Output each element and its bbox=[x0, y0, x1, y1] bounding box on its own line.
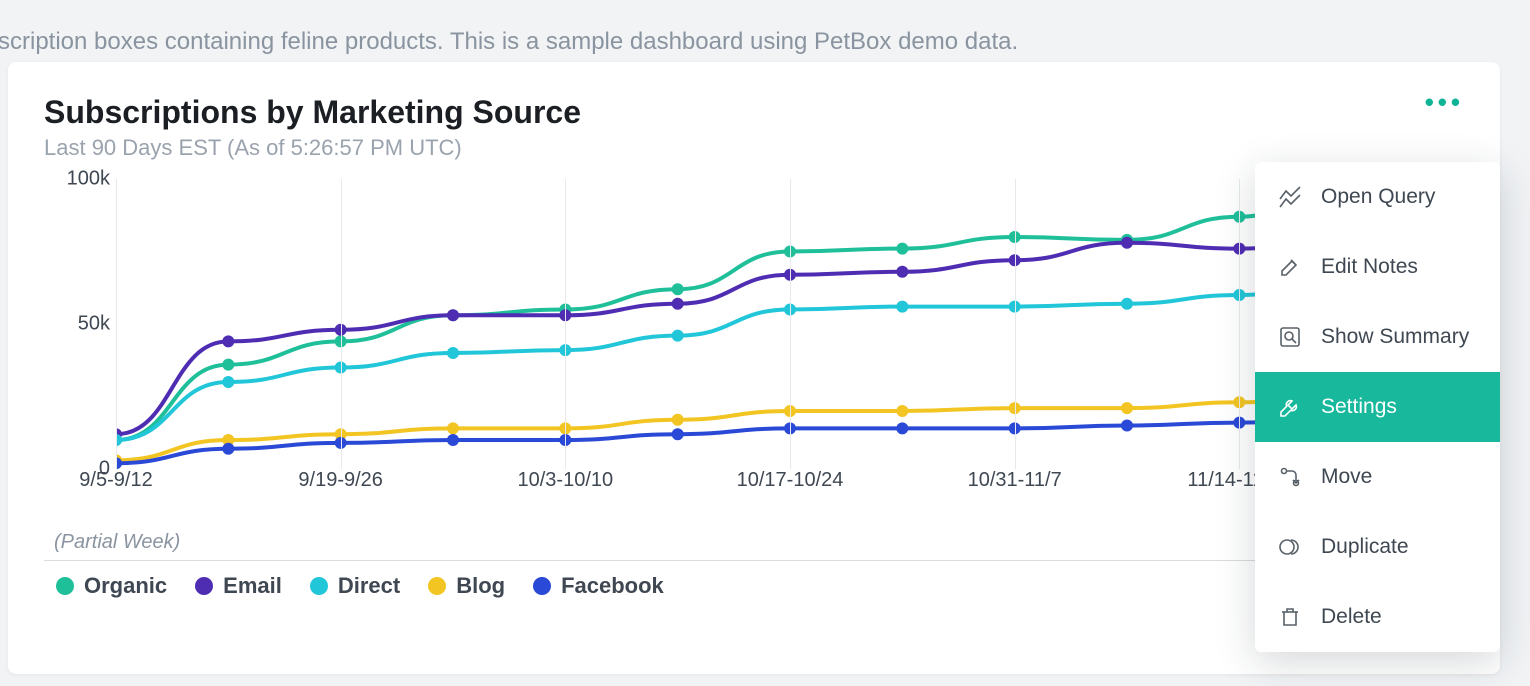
legend-item-blog[interactable]: Blog bbox=[428, 573, 505, 599]
y-tick-label: 50k bbox=[78, 313, 110, 336]
x-gridline bbox=[565, 179, 566, 469]
menu-item-label: Settings bbox=[1321, 395, 1397, 419]
legend-swatch bbox=[533, 577, 551, 595]
series-point bbox=[447, 422, 459, 434]
x-gridline bbox=[116, 179, 117, 469]
series-point bbox=[672, 283, 684, 295]
menu-item-move[interactable]: Move bbox=[1255, 442, 1500, 512]
series-point bbox=[896, 405, 908, 417]
series-point bbox=[222, 359, 234, 371]
series-point bbox=[672, 428, 684, 440]
legend-item-direct[interactable]: Direct bbox=[310, 573, 400, 599]
menu-item-label: Duplicate bbox=[1321, 535, 1409, 559]
menu-item-label: Move bbox=[1321, 465, 1372, 489]
search-icon bbox=[1277, 324, 1303, 350]
y-tick-label: 100k bbox=[67, 168, 110, 191]
menu-item-label: Delete bbox=[1321, 605, 1382, 629]
line-chart-icon bbox=[1277, 184, 1303, 210]
legend-swatch bbox=[56, 577, 74, 595]
more-dots-icon: ••• bbox=[1425, 87, 1464, 117]
card-context-menu: Open Query Edit Notes Show Summary Setti… bbox=[1255, 162, 1500, 652]
menu-item-label: Open Query bbox=[1321, 185, 1435, 209]
duplicate-icon bbox=[1277, 534, 1303, 560]
card-title: Subscriptions by Marketing Source bbox=[44, 94, 1464, 131]
series-point bbox=[447, 309, 459, 321]
chart-area: 050k100k 9/5-9/129/19-9/2610/3-10/1010/1… bbox=[44, 179, 1464, 529]
menu-item-show-summary[interactable]: Show Summary bbox=[1255, 302, 1500, 372]
menu-item-label: Edit Notes bbox=[1321, 255, 1418, 279]
series-point bbox=[1121, 402, 1133, 414]
series-point bbox=[896, 301, 908, 313]
legend-swatch bbox=[310, 577, 328, 595]
edit-icon bbox=[1277, 254, 1303, 280]
menu-item-open-query[interactable]: Open Query bbox=[1255, 162, 1500, 232]
legend-swatch bbox=[428, 577, 446, 595]
legend-label: Blog bbox=[456, 573, 505, 599]
x-tick-label: 10/31-11/7 bbox=[968, 469, 1062, 492]
series-point bbox=[1121, 237, 1133, 249]
series-point bbox=[222, 335, 234, 347]
legend-swatch bbox=[195, 577, 213, 595]
series-point bbox=[672, 414, 684, 426]
series-point bbox=[222, 443, 234, 455]
menu-item-duplicate[interactable]: Duplicate bbox=[1255, 512, 1500, 582]
menu-item-settings[interactable]: Settings bbox=[1255, 372, 1500, 442]
x-tick-label: 10/3-10/10 bbox=[518, 469, 614, 492]
x-tick-label: 9/5-9/12 bbox=[79, 469, 152, 492]
legend-item-email[interactable]: Email bbox=[195, 573, 282, 599]
series-point bbox=[896, 422, 908, 434]
series-point bbox=[447, 347, 459, 359]
series-point bbox=[672, 330, 684, 342]
legend-label: Organic bbox=[84, 573, 167, 599]
series-point bbox=[447, 434, 459, 446]
menu-item-label: Show Summary bbox=[1321, 325, 1469, 349]
x-tick-label: 10/17-10/24 bbox=[737, 469, 844, 492]
chart-legend: Organic Email Direct Blog Facebook bbox=[56, 573, 1464, 599]
x-gridline bbox=[1239, 179, 1240, 469]
partial-week-note: (Partial Week) bbox=[54, 531, 1464, 554]
menu-item-edit-notes[interactable]: Edit Notes bbox=[1255, 232, 1500, 302]
x-gridline bbox=[790, 179, 791, 469]
series-point bbox=[896, 266, 908, 278]
series-point bbox=[896, 243, 908, 255]
series-point bbox=[222, 376, 234, 388]
card-subtitle: Last 90 Days EST (As of 5:26:57 PM UTC) bbox=[44, 135, 1464, 161]
legend-item-organic[interactable]: Organic bbox=[56, 573, 167, 599]
menu-item-delete[interactable]: Delete bbox=[1255, 582, 1500, 652]
series-point bbox=[672, 298, 684, 310]
page-description: scription boxes containing feline produc… bbox=[0, 0, 1530, 66]
series-point bbox=[1121, 420, 1133, 432]
legend-item-facebook[interactable]: Facebook bbox=[533, 573, 664, 599]
legend-label: Email bbox=[223, 573, 282, 599]
move-icon bbox=[1277, 464, 1303, 490]
legend-label: Facebook bbox=[561, 573, 664, 599]
x-gridline bbox=[1015, 179, 1016, 469]
series-point bbox=[1121, 298, 1133, 310]
legend-label: Direct bbox=[338, 573, 400, 599]
legend-separator bbox=[44, 560, 1464, 561]
x-tick-label: 9/19-9/26 bbox=[298, 469, 383, 492]
x-gridline bbox=[341, 179, 342, 469]
trash-icon bbox=[1277, 604, 1303, 630]
wrench-icon bbox=[1277, 394, 1303, 420]
